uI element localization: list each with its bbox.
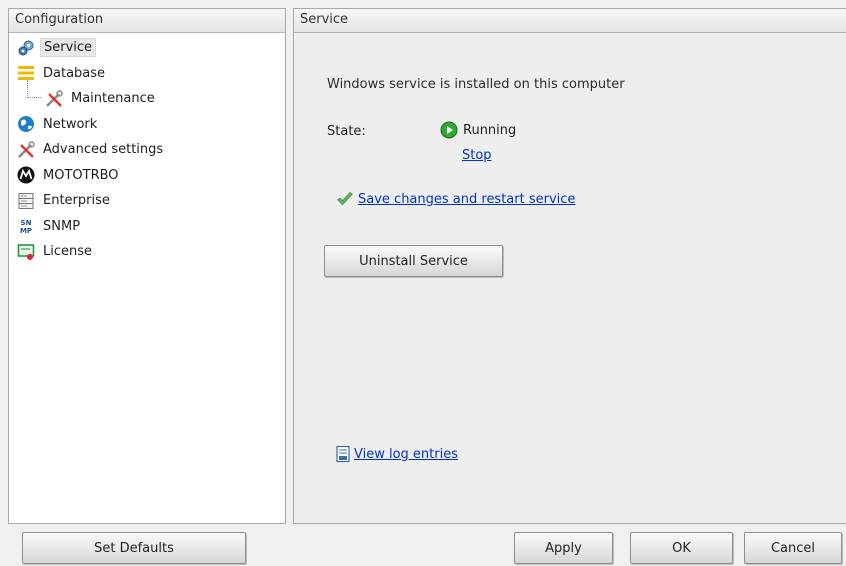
- save-restart-row: Save changes and restart service: [336, 190, 575, 208]
- tree-item-network[interactable]: Network: [9, 112, 285, 138]
- state-value-text: Running: [463, 122, 517, 138]
- view-log-row: View log entries: [334, 445, 458, 463]
- tree-item-enterprise[interactable]: Enterprise: [9, 188, 285, 214]
- gears-icon: [17, 39, 35, 57]
- tree-item-label: License: [43, 244, 93, 260]
- set-defaults-button[interactable]: Set Defaults: [22, 532, 246, 564]
- tree-item-database[interactable]: Database: [9, 61, 285, 87]
- tree-item-label: Database: [43, 65, 106, 81]
- tree-item-service[interactable]: Service: [9, 35, 285, 61]
- tree-item-advanced-settings[interactable]: Advanced settings: [9, 137, 285, 163]
- tree-item-snmp[interactable]: SN MP SNMP: [9, 214, 285, 240]
- service-panel-title: Service: [294, 9, 846, 33]
- view-log-entries-link[interactable]: View log entries: [354, 447, 458, 462]
- license-certificate-icon: [17, 243, 35, 261]
- checkmark-icon: [336, 190, 354, 208]
- tools-icon: [17, 141, 35, 159]
- configuration-panel-title: Configuration: [9, 9, 285, 33]
- configuration-tree: Service Database Maintenance Network Adv…: [9, 33, 285, 265]
- tree-item-label: SNMP: [43, 218, 81, 234]
- motorola-logo-icon: [17, 166, 35, 184]
- ok-button[interactable]: OK: [630, 532, 733, 564]
- state-label: State:: [327, 124, 366, 139]
- tree-item-maintenance[interactable]: Maintenance: [9, 80, 285, 112]
- tree-item-label: Service: [40, 38, 97, 58]
- apply-button[interactable]: Apply: [514, 532, 613, 564]
- tools-icon: [45, 90, 63, 108]
- service-panel: Service Windows service is installed on …: [293, 8, 846, 524]
- tree-connector-line: [27, 80, 41, 98]
- svg-text:MP: MP: [20, 227, 32, 235]
- configuration-panel: Configuration Service Database Maintenan…: [8, 8, 286, 524]
- service-installed-text: Windows service is installed on this com…: [327, 77, 625, 92]
- tree-item-label: Network: [43, 116, 98, 132]
- stop-service-link[interactable]: Stop: [462, 148, 492, 163]
- log-document-icon: [334, 445, 352, 463]
- cancel-button[interactable]: Cancel: [744, 532, 842, 564]
- save-restart-service-link[interactable]: Save changes and restart service: [358, 192, 575, 207]
- snmp-icon: SN MP: [17, 217, 35, 235]
- tree-item-license[interactable]: License: [9, 239, 285, 265]
- tree-item-label: Maintenance: [71, 91, 155, 107]
- tree-item-label: MOTOTRBO: [43, 167, 119, 183]
- running-play-icon: [440, 121, 458, 139]
- tree-item-mototrbo[interactable]: MOTOTRBO: [9, 163, 285, 189]
- service-panel-content: Windows service is installed on this com…: [294, 33, 846, 523]
- svg-text:SN: SN: [21, 219, 32, 227]
- uninstall-service-button[interactable]: Uninstall Service: [324, 245, 503, 277]
- service-state: Running: [440, 121, 516, 139]
- tree-item-label: Advanced settings: [43, 142, 164, 158]
- globe-icon: [17, 115, 35, 133]
- tree-item-label: Enterprise: [43, 193, 110, 209]
- server-rack-icon: [17, 192, 35, 210]
